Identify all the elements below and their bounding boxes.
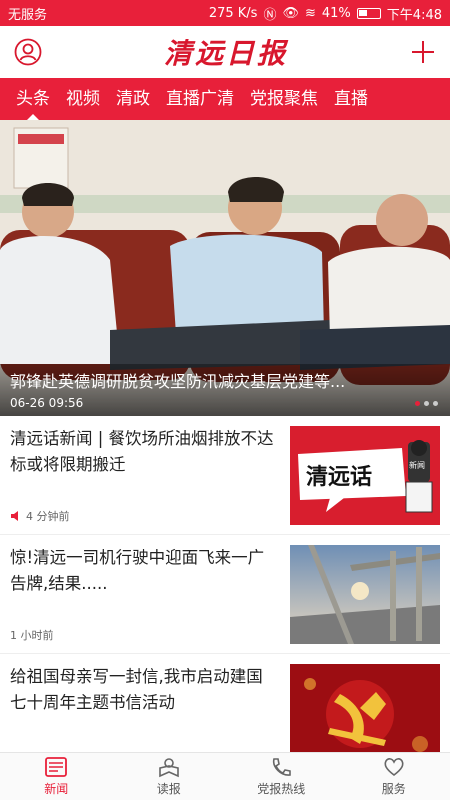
network-speed: 275 K/s (208, 5, 258, 21)
nav-service[interactable]: 服务 (338, 753, 450, 800)
carousel-dot[interactable] (424, 401, 429, 406)
thumbnail-tag: 新闻 (409, 460, 425, 470)
nfc-icon: Ⓝ (263, 7, 277, 23)
carrier-text: 无服务 (8, 7, 48, 23)
carousel-dots (415, 401, 438, 406)
heart-icon (384, 758, 404, 777)
hero-date: 06-26 09:56 (10, 396, 84, 410)
tab-video[interactable]: 视频 (58, 78, 108, 120)
hero-banner[interactable]: 郭锋赴英德调研脱贫攻坚防汛减灾基层党建等... 06-26 09:56 (0, 120, 450, 416)
news-time: 1 小时前 (10, 629, 54, 642)
tab-party-focus[interactable]: 党报聚焦 (242, 78, 326, 120)
app-header: 清远日报 (0, 26, 450, 78)
nav-news[interactable]: 新闻 (0, 753, 113, 800)
news-title: 惊!清远一司机行驶中迎面飞来一广告牌,结果..... (10, 548, 265, 593)
nav-label: 党报热线 (257, 782, 306, 796)
bottom-nav: 新闻 读报 党报热线 服务 (0, 752, 450, 800)
news-list: 清远话新闻 | 餐饮场所油烟排放不达标或将限期搬迁 4 分钟前 清远话 新闻 惊… (0, 416, 450, 773)
news-icon (45, 757, 68, 777)
news-thumbnail: 清远话 新闻 (290, 426, 440, 525)
news-time: 4 分钟前 (26, 510, 70, 523)
eye-icon: 👁 (282, 5, 299, 21)
channel-tabs: 头条 视频 清政 直播广清 党报聚焦 直播 (0, 78, 450, 120)
carousel-dot[interactable] (415, 401, 420, 406)
wifi-icon: ≋ (304, 5, 316, 21)
nav-label: 服务 (381, 782, 406, 796)
tab-live-guangqing[interactable]: 直播广清 (158, 78, 242, 120)
nav-read-paper[interactable]: 读报 (113, 753, 226, 800)
nav-label: 新闻 (44, 782, 69, 796)
news-thumbnail (290, 664, 440, 763)
news-title: 清远话新闻 | 餐饮场所油烟排放不达标或将限期搬迁 (10, 429, 274, 474)
list-item[interactable]: 清远话新闻 | 餐饮场所油烟排放不达标或将限期搬迁 4 分钟前 清远话 新闻 (0, 416, 450, 535)
clock: 下午4:48 (386, 7, 442, 23)
tab-government[interactable]: 清政 (108, 78, 158, 120)
battery-icon (356, 7, 381, 19)
news-meta: 4 分钟前 (10, 508, 70, 524)
list-item[interactable]: 惊!清远一司机行驶中迎面飞来一广告牌,结果..... 1 小时前 (0, 535, 450, 654)
thumbnail-caption: 清远话 (306, 464, 372, 489)
news-meta: 1 小时前 (10, 627, 54, 643)
nav-label: 读报 (156, 782, 181, 796)
nav-hotline[interactable]: 党报热线 (225, 753, 338, 800)
plus-icon[interactable] (410, 39, 436, 65)
hero-caption: 郭锋赴英德调研脱贫攻坚防汛减灾基层党建等... 06-26 09:56 (0, 364, 450, 416)
news-thumbnail (290, 545, 440, 644)
carousel-dot[interactable] (433, 401, 438, 406)
tab-headline[interactable]: 头条 (8, 78, 58, 120)
read-paper-icon (158, 758, 179, 778)
battery-percent: 41% (321, 5, 351, 21)
speaker-icon (11, 511, 18, 521)
hotline-icon (273, 758, 292, 776)
user-icon[interactable] (14, 38, 42, 66)
news-title: 给祖国母亲写一封信,我市启动建国七十周年主题书信活动 (10, 667, 263, 712)
app-logo: 清远日报 (163, 37, 288, 70)
status-bar: 无服务 275 K/s Ⓝ 👁 ≋ 41% 下午4:48 (0, 0, 450, 26)
hero-title: 郭锋赴英德调研脱贫攻坚防汛减灾基层党建等... (10, 372, 346, 391)
tab-live[interactable]: 直播 (326, 78, 376, 120)
